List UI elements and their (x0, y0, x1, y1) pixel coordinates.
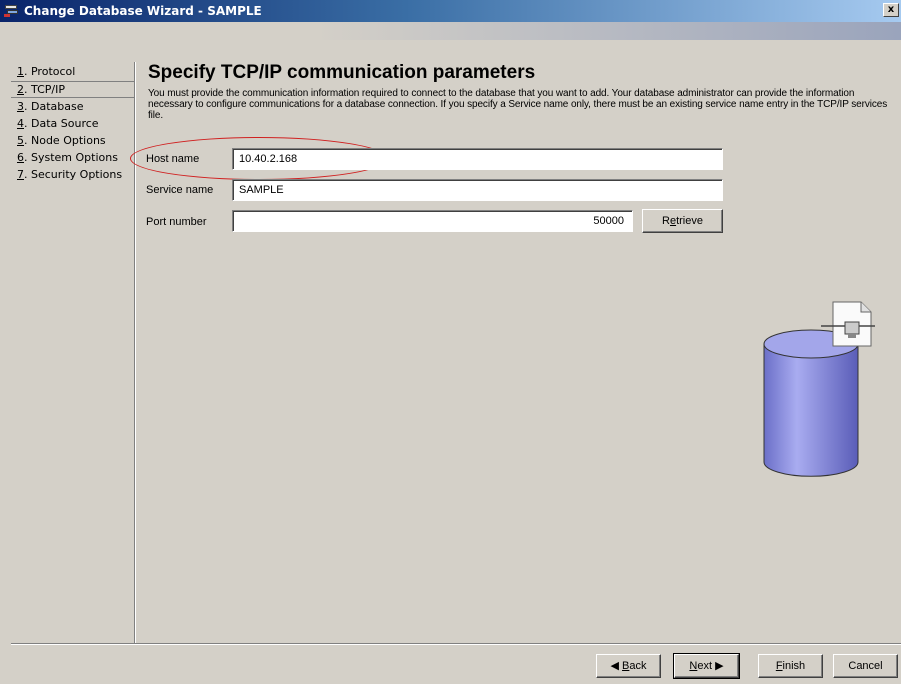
header-band (0, 22, 901, 40)
wizard-step-2[interactable]: 2. TCP/IP (11, 81, 134, 98)
page-description: You must provide the communication infor… (148, 88, 888, 121)
database-wizard-icon (4, 4, 20, 18)
cancel-button-label: Cancel (848, 660, 883, 672)
service-name-field[interactable]: SAMPLE (232, 179, 723, 201)
wizard-step-label: . Protocol (24, 65, 76, 78)
wizard-step-5[interactable]: 5. Node Options (11, 133, 134, 149)
back-button[interactable]: ◀ Back (596, 654, 661, 678)
host-name-label: Host name (146, 153, 200, 165)
wizard-step-label: . Database (24, 100, 84, 113)
database-connection-illustration (763, 301, 875, 477)
finish-button[interactable]: Finish (758, 654, 823, 678)
wizard-step-6[interactable]: 6. System Options (11, 150, 134, 166)
wizard-step-7[interactable]: 7. Security Options (11, 167, 134, 183)
wizard-step-number: 4 (17, 117, 24, 130)
close-button[interactable]: x (883, 3, 899, 17)
divider (11, 643, 901, 644)
wizard-step-number: 2 (17, 83, 24, 96)
next-button-label: Next (689, 660, 713, 672)
wizard-step-number: 5 (17, 134, 24, 147)
wizard-step-4[interactable]: 4. Data Source (11, 116, 134, 132)
wizard-step-1[interactable]: 1. Protocol (11, 64, 134, 80)
wizard-step-number: 3 (17, 100, 24, 113)
wizard-step-label: . System Options (24, 151, 118, 164)
wizard-step-number: 1 (17, 65, 24, 78)
cancel-button[interactable]: Cancel (833, 654, 898, 678)
next-button[interactable]: Next ▶ (673, 653, 740, 679)
page-title: Specify TCP/IP communication parameters (148, 62, 536, 83)
database-cylinder-icon (763, 329, 859, 477)
wizard-step-3[interactable]: 3. Database (11, 99, 134, 115)
port-number-label: Port number (146, 216, 207, 228)
wizard-step-label: . Security Options (24, 168, 123, 181)
wizard-step-number: 6 (17, 151, 24, 164)
wizard-step-label: . Node Options (24, 134, 106, 147)
host-name-field[interactable]: 10.40.2.168 (232, 148, 723, 170)
back-arrow-icon: ◀ (610, 660, 619, 672)
wizard-step-label: . TCP/IP (24, 83, 65, 96)
wizard-step-number: 7 (17, 168, 24, 181)
retrieve-button-label: Retrieve (662, 215, 703, 227)
wizard-step-nav: 1. Protocol 2. TCP/IP 3. Database 4. Data S… (11, 62, 135, 644)
finish-button-label: Finish (775, 660, 806, 672)
retrieve-button[interactable]: Retrieve (642, 209, 723, 233)
title-bar: Change Database Wizard - SAMPLE x (0, 0, 901, 22)
next-arrow-icon: ▶ (715, 660, 724, 672)
back-button-label: Back (622, 660, 647, 672)
window-title: Change Database Wizard - SAMPLE (24, 4, 262, 18)
wizard-step-label: . Data Source (24, 117, 99, 130)
service-name-label: Service name (146, 184, 214, 196)
port-number-field[interactable]: 50000 (232, 210, 633, 232)
